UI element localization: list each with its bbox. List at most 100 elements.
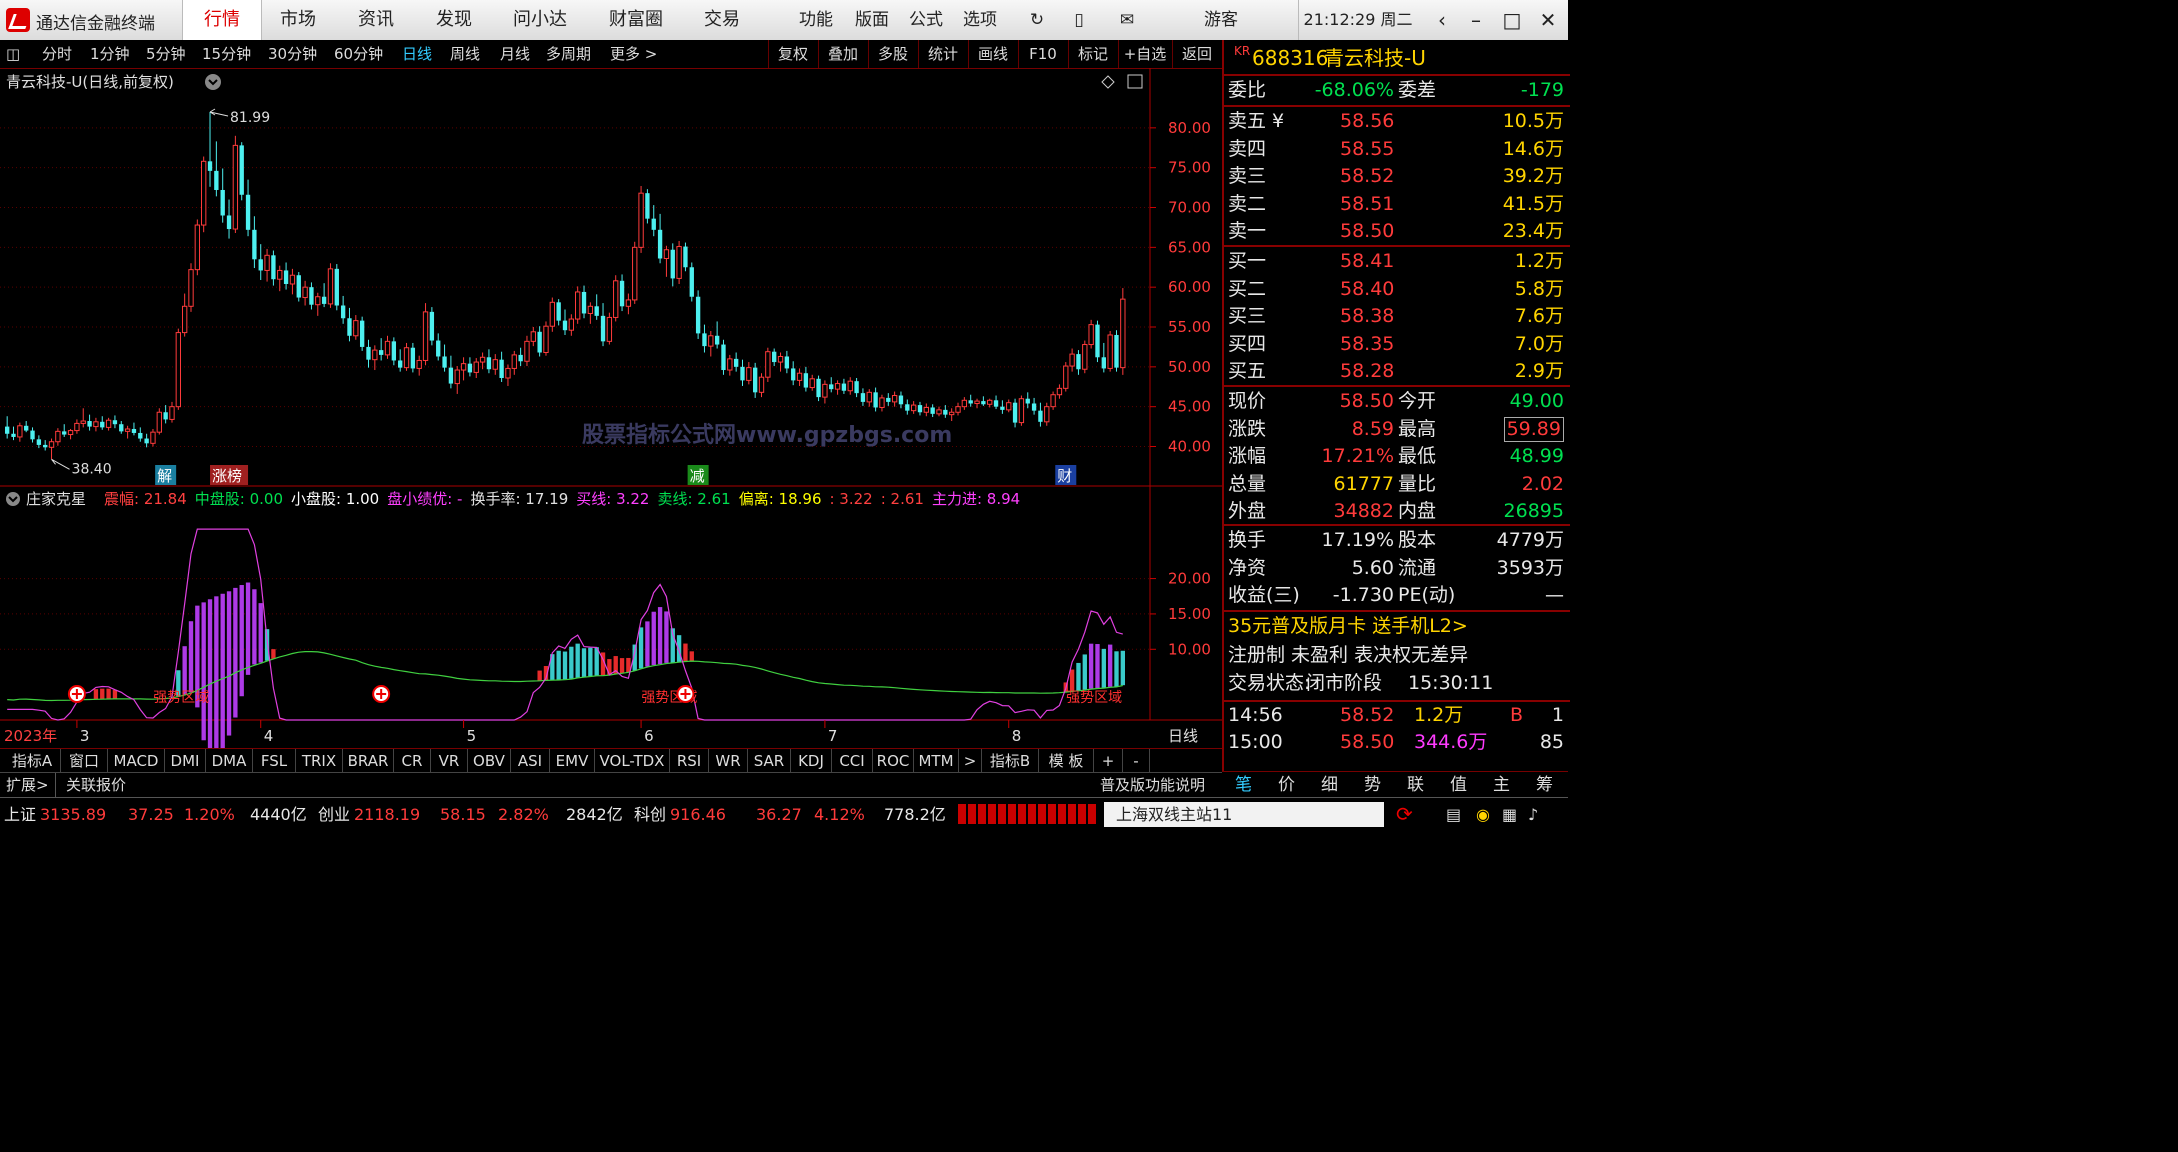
- candle-body[interactable]: [80, 420, 86, 424]
- indicator-tab[interactable]: -: [1123, 749, 1150, 773]
- candle-body[interactable]: [119, 424, 124, 432]
- candle-body[interactable]: [340, 305, 346, 319]
- period-30min[interactable]: 30分钟: [268, 40, 317, 68]
- minimize-icon[interactable]: –: [1460, 4, 1492, 36]
- chart-menu-icon[interactable]: [205, 74, 221, 90]
- candle-body[interactable]: [556, 302, 561, 321]
- candle-body[interactable]: [981, 401, 986, 405]
- indicator-tab[interactable]: CR: [394, 749, 431, 773]
- nav-tab-wealth[interactable]: 财富圈: [594, 0, 678, 40]
- menu-function[interactable]: 功能: [792, 0, 840, 40]
- candle-body[interactable]: [518, 354, 523, 362]
- period-monthly[interactable]: 月线: [500, 40, 530, 68]
- indicator-tab[interactable]: MTM: [914, 749, 959, 773]
- candle-body[interactable]: [1056, 387, 1063, 396]
- candle-body[interactable]: [1120, 298, 1126, 369]
- candle-body[interactable]: [923, 406, 929, 413]
- cy-index[interactable]: 2118.19: [354, 798, 420, 831]
- candle-body[interactable]: [403, 347, 410, 369]
- candle-body[interactable]: [87, 421, 92, 427]
- candle-body[interactable]: [568, 318, 575, 331]
- candle-body[interactable]: [454, 369, 460, 385]
- event-markers[interactable]: 解 涨榜 减 财: [155, 465, 1077, 485]
- candle-body[interactable]: [638, 192, 644, 248]
- indicator-tab[interactable]: WR: [709, 749, 748, 773]
- candle-body[interactable]: [917, 405, 923, 413]
- quote-tab[interactable]: 筹: [1523, 772, 1566, 798]
- candle-body[interactable]: [156, 411, 162, 433]
- candle-body[interactable]: [961, 399, 968, 408]
- indicator-tab[interactable]: DMA: [206, 749, 253, 773]
- candle-body[interactable]: [993, 400, 999, 407]
- event-label[interactable]: 财: [1057, 467, 1072, 485]
- indicator-tab[interactable]: +: [1094, 749, 1123, 773]
- candle-body[interactable]: [220, 189, 225, 216]
- period-more[interactable]: 更多 >: [610, 40, 657, 68]
- candle-body[interactable]: [67, 430, 74, 436]
- indicator-tab[interactable]: TRIX: [296, 749, 343, 773]
- candle-body[interactable]: [765, 351, 771, 378]
- candle-body[interactable]: [17, 425, 23, 438]
- maximize-icon[interactable]: □: [1496, 4, 1528, 36]
- candle-body[interactable]: [264, 254, 270, 271]
- candle-body[interactable]: [891, 395, 898, 403]
- candle-body[interactable]: [625, 299, 632, 307]
- event-label[interactable]: 解: [157, 467, 172, 485]
- indicator-tab[interactable]: VOL-TDX: [595, 749, 670, 773]
- candle-body[interactable]: [239, 145, 244, 195]
- close-icon[interactable]: ✕: [1532, 4, 1564, 36]
- candle-body[interactable]: [695, 296, 701, 334]
- candle-body[interactable]: [936, 409, 942, 415]
- candle-body[interactable]: [302, 286, 308, 299]
- candle-body[interactable]: [334, 268, 339, 306]
- candle-body[interactable]: [289, 274, 296, 285]
- candle-body[interactable]: [422, 311, 429, 361]
- candle-body[interactable]: [479, 356, 486, 363]
- candle-body[interactable]: [683, 246, 688, 268]
- candle-body[interactable]: [442, 356, 447, 368]
- candle-body[interactable]: [1006, 402, 1012, 411]
- candle-body[interactable]: [968, 400, 973, 404]
- candle-body[interactable]: [663, 249, 670, 259]
- window-icon[interactable]: [1127, 74, 1143, 89]
- period-60min[interactable]: 60分钟: [334, 40, 383, 68]
- candle-body[interactable]: [796, 372, 803, 381]
- candle-body[interactable]: [5, 426, 10, 434]
- candle-body[interactable]: [232, 144, 239, 230]
- nav-tab-market[interactable]: 市场: [262, 0, 334, 40]
- candle-body[interactable]: [499, 359, 504, 378]
- candle-body[interactable]: [549, 301, 555, 327]
- candle-body[interactable]: [410, 347, 416, 369]
- menu-options[interactable]: 选项: [956, 0, 1004, 40]
- period-1min[interactable]: 1分钟: [90, 40, 130, 68]
- event-label[interactable]: 涨榜: [212, 467, 242, 485]
- candle-body[interactable]: [600, 315, 606, 342]
- candle-body[interactable]: [436, 340, 441, 357]
- back-arrow-icon[interactable]: ‹: [1426, 4, 1458, 36]
- candle-body[interactable]: [347, 318, 352, 336]
- period-weekly[interactable]: 周线: [450, 40, 480, 68]
- candle-body[interactable]: [277, 269, 283, 280]
- quote-tab[interactable]: 主: [1480, 772, 1523, 798]
- quote-tab[interactable]: 细: [1308, 772, 1351, 798]
- candle-body[interactable]: [822, 383, 828, 398]
- candle-body[interactable]: [1088, 324, 1094, 346]
- promo-link[interactable]: 35元普及版月卡 送手机L2>: [1224, 613, 1570, 640]
- kline-svg[interactable]: 青云科技-U(日线,前复权) 80.00 75.00 70.00 65.00 60.00…: [0, 68, 1222, 748]
- back-button[interactable]: 返回: [1172, 40, 1221, 68]
- candle-body[interactable]: [467, 363, 473, 373]
- candle-body[interactable]: [163, 412, 168, 420]
- candle-body[interactable]: [581, 291, 587, 314]
- quote-tab[interactable]: 联: [1394, 772, 1437, 798]
- sh-index[interactable]: 3135.89: [40, 798, 106, 831]
- diamond-icon[interactable]: [1101, 75, 1115, 89]
- bell-icon[interactable]: ♪: [1528, 798, 1538, 831]
- guest-user[interactable]: 游客: [1196, 0, 1246, 40]
- draw-line-button[interactable]: 画线: [968, 40, 1017, 68]
- statistics-button[interactable]: 统计: [918, 40, 967, 68]
- candle-body[interactable]: [1031, 403, 1037, 411]
- nav-tab-trade[interactable]: 交易: [690, 0, 754, 40]
- candle-body[interactable]: [169, 406, 175, 420]
- candle-body[interactable]: [898, 395, 904, 405]
- candle-body[interactable]: [784, 356, 790, 369]
